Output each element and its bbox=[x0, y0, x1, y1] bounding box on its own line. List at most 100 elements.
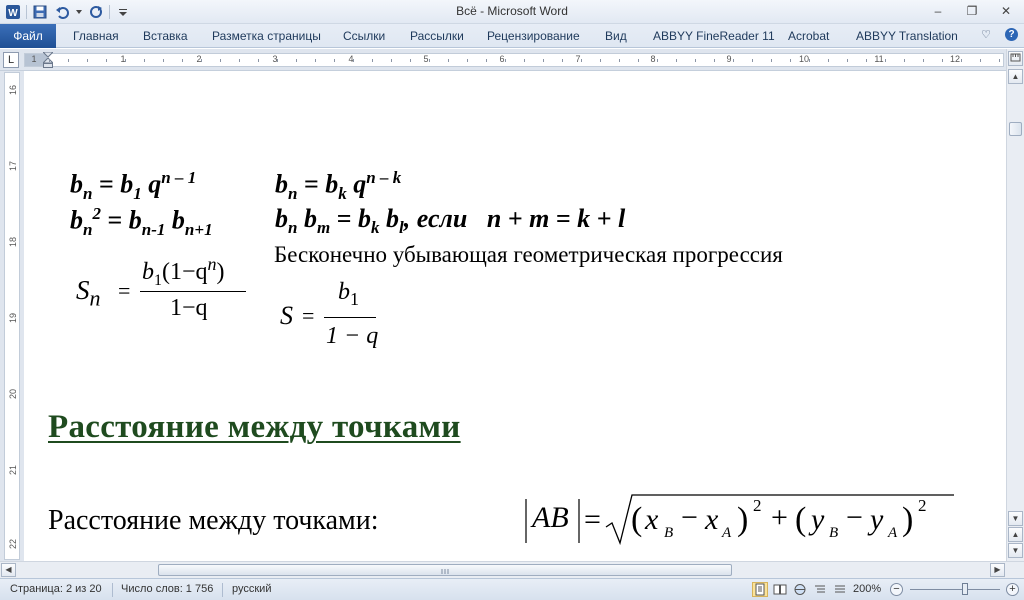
ruler-number: 12 bbox=[949, 54, 961, 64]
tab-selector-button[interactable]: L bbox=[3, 52, 19, 68]
ruler-tick bbox=[391, 59, 392, 62]
ribbon-tabs: Файл Главная Вставка Разметка страницы С… bbox=[0, 24, 1024, 48]
ruler-tick bbox=[201, 59, 202, 62]
formula-sum-infinite: S = b1 1 − q bbox=[280, 279, 379, 349]
formula-sum-n: Sn = b1(1−qn) 1−q bbox=[74, 251, 254, 331]
ruler-tick bbox=[961, 59, 962, 62]
horizontal-scrollbar[interactable]: ◀ ▶ bbox=[0, 561, 1024, 578]
ruler-tick bbox=[828, 59, 829, 62]
window-title: Всё - Microsoft Word bbox=[456, 4, 568, 18]
ruler-number: 6 bbox=[499, 54, 505, 64]
tab-abbyy-translation[interactable]: ABBYY Translation bbox=[856, 24, 958, 48]
formula-index-property: bn bm = bk bl, если n + m = k + l bbox=[275, 204, 626, 238]
tab-page-layout[interactable]: Разметка страницы bbox=[212, 24, 321, 48]
ruler-tick bbox=[524, 59, 525, 62]
ruler-tick bbox=[486, 59, 487, 62]
language-indicator[interactable]: русский bbox=[232, 583, 271, 595]
status-bar: Страница: 2 из 20 Число слов: 1 756 русс… bbox=[0, 578, 1024, 600]
ruler-tick bbox=[866, 59, 867, 62]
vertical-scrollbar[interactable]: ▲ ▼ ▲ ▼ bbox=[1006, 49, 1024, 561]
scroll-left-arrow-icon[interactable]: ◀ bbox=[1, 563, 16, 577]
ruler-tick bbox=[904, 59, 905, 62]
ruler-tick bbox=[543, 59, 544, 62]
tab-view[interactable]: Вид bbox=[605, 24, 627, 48]
fraction-bar bbox=[324, 317, 376, 318]
ruler-number: 21 bbox=[8, 465, 18, 476]
tab-file[interactable]: Файл bbox=[0, 24, 56, 48]
ruler-number: 10 bbox=[798, 54, 810, 64]
ruler-tick bbox=[752, 59, 753, 62]
progression-heading: Бесконечно убывающая геометрическая прог… bbox=[274, 242, 783, 267]
ribbon-minimize-icon[interactable]: ♡ bbox=[981, 28, 991, 41]
ruler-tick bbox=[809, 59, 810, 62]
ruler-tick bbox=[980, 59, 981, 62]
scroll-right-arrow-icon[interactable]: ▶ bbox=[990, 563, 1005, 577]
web-layout-view-icon[interactable] bbox=[792, 582, 808, 597]
print-layout-view-icon[interactable] bbox=[752, 582, 768, 597]
ruler-tick bbox=[999, 59, 1000, 62]
zoom-in-button[interactable]: + bbox=[1006, 583, 1019, 596]
tab-acrobat[interactable]: Acrobat bbox=[788, 24, 829, 48]
ruler-tick bbox=[410, 59, 411, 62]
previous-page-icon[interactable]: ▲ bbox=[1008, 527, 1023, 542]
zoom-out-button[interactable]: − bbox=[890, 583, 903, 596]
ruler-number: 19 bbox=[8, 313, 18, 324]
word-count[interactable]: Число слов: 1 756 bbox=[121, 583, 213, 595]
vertical-ruler[interactable]: 16 17 18 19 20 21 22 bbox=[4, 72, 20, 560]
ruler-tick bbox=[714, 59, 715, 62]
document-page[interactable]: bn = b1 qn – 1 bn = bk qn – k bn2 = bn-1… bbox=[24, 71, 1006, 561]
vertical-scroll-thumb[interactable] bbox=[1009, 122, 1022, 136]
ruler-tick bbox=[220, 59, 221, 62]
close-button[interactable]: ✕ bbox=[994, 2, 1018, 20]
ruler-tick bbox=[942, 59, 943, 62]
ruler-number: 17 bbox=[8, 161, 18, 172]
next-page-icon[interactable]: ▼ bbox=[1008, 543, 1023, 558]
title-bar: W Всё - Microsoft Word ‒ ❐ ✕ bbox=[0, 0, 1024, 24]
tab-mailings[interactable]: Рассылки bbox=[410, 24, 464, 48]
ruler-tick bbox=[619, 59, 620, 62]
ruler-number: 11 bbox=[874, 54, 884, 64]
ruler-tick bbox=[505, 59, 506, 62]
zoom-slider[interactable] bbox=[910, 589, 1000, 590]
page-indicator[interactable]: Страница: 2 из 20 bbox=[10, 583, 102, 595]
restore-button[interactable]: ❐ bbox=[960, 2, 984, 20]
tab-review[interactable]: Рецензирование bbox=[487, 24, 580, 48]
ruler-number: 8 bbox=[650, 54, 656, 64]
ruler-tick bbox=[581, 59, 582, 62]
ruler-number: 22 bbox=[8, 539, 18, 550]
ruler-tick bbox=[87, 59, 88, 62]
scroll-down-arrow-icon[interactable]: ▼ bbox=[1008, 511, 1023, 526]
tab-references[interactable]: Ссылки bbox=[343, 24, 385, 48]
full-screen-reading-view-icon[interactable] bbox=[772, 582, 788, 597]
ruler-number: 18 bbox=[8, 237, 18, 248]
zoom-slider-thumb[interactable] bbox=[962, 583, 968, 595]
ruler-tick bbox=[923, 59, 924, 62]
help-icon[interactable]: ? bbox=[1005, 28, 1018, 41]
ruler-number: 9 bbox=[726, 54, 732, 64]
ruler-tick bbox=[562, 59, 563, 62]
horizontal-scroll-thumb[interactable] bbox=[158, 564, 732, 576]
ruler-toggle-button[interactable] bbox=[1008, 51, 1023, 66]
zoom-level[interactable]: 200% bbox=[853, 583, 881, 595]
ruler-tick bbox=[353, 59, 354, 62]
tab-abbyy-finereader[interactable]: ABBYY FineReader 11 bbox=[653, 24, 775, 48]
ruler-number: 20 bbox=[8, 389, 18, 400]
ruler-tick bbox=[315, 59, 316, 62]
fraction-bar bbox=[140, 291, 246, 292]
ruler-tick bbox=[239, 59, 240, 62]
minimize-button[interactable]: ‒ bbox=[926, 2, 950, 20]
draft-view-icon[interactable] bbox=[832, 582, 848, 597]
status-separator bbox=[112, 583, 113, 597]
tab-home[interactable]: Главная bbox=[73, 24, 119, 48]
outline-view-icon[interactable] bbox=[812, 582, 828, 597]
distance-label: Расстояние между точками: bbox=[48, 505, 379, 536]
horizontal-ruler[interactable]: 1 1 2 3 4 5 6 7 8 9 10 11 12 bbox=[24, 52, 1004, 68]
indent-marker-icon[interactable] bbox=[43, 52, 53, 68]
tab-insert[interactable]: Вставка bbox=[143, 24, 188, 48]
ruler-tick bbox=[68, 59, 69, 62]
scroll-up-arrow-icon[interactable]: ▲ bbox=[1008, 69, 1023, 84]
ruler-tick bbox=[600, 59, 601, 62]
ruler-tick bbox=[334, 59, 335, 62]
formula-geometric-nth-term: bn = b1 qn – 1 bbox=[70, 168, 197, 203]
ruler-tick bbox=[676, 59, 677, 62]
